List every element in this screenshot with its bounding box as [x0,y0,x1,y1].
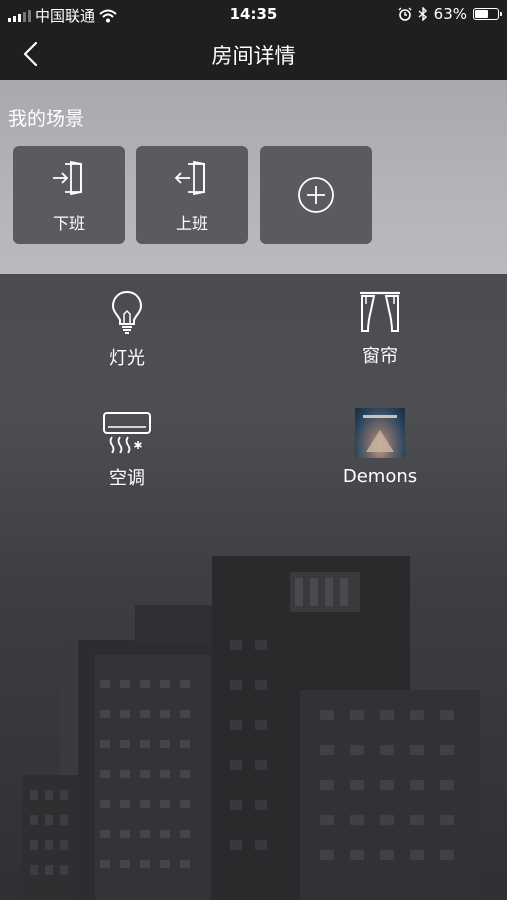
device-label: Demons [342,466,418,487]
bluetooth-icon [418,7,427,21]
scene-card-to-work[interactable]: 上班 [136,146,248,244]
device-label: 窗帘 [362,346,398,367]
curtain-icon [360,291,400,332]
device-label: 灯光 [109,348,145,369]
air-conditioner-icon [103,412,151,454]
add-circle-icon [298,177,334,213]
device-music[interactable]: Demons [310,408,450,487]
scene-heading: 我的场景 [8,108,85,130]
add-scene-button[interactable] [260,146,372,244]
alarm-icon [398,7,412,21]
scene-card-off-work[interactable]: 下班 [13,146,125,244]
scene-panel: 我的场景 下班 上班 [0,80,507,274]
device-curtain[interactable]: 窗帘 [310,290,450,368]
status-bar: 中国联通 14:35 63% [0,0,507,28]
device-light[interactable]: 灯光 [57,290,197,370]
device-label: 空调 [109,468,145,489]
battery-percent: 63% [433,5,467,23]
door-exit-icon [174,160,205,196]
door-enter-icon [53,160,82,196]
light-bulb-icon [111,290,143,334]
page-title: 房间详情 [211,44,296,68]
nav-bar: 房间详情 [0,28,507,80]
scene-label: 下班 [52,214,85,233]
battery-icon [473,8,502,20]
device-air-conditioner[interactable]: 空调 [57,410,197,490]
scene-label: 上班 [175,214,208,233]
album-cover-icon [355,408,405,458]
